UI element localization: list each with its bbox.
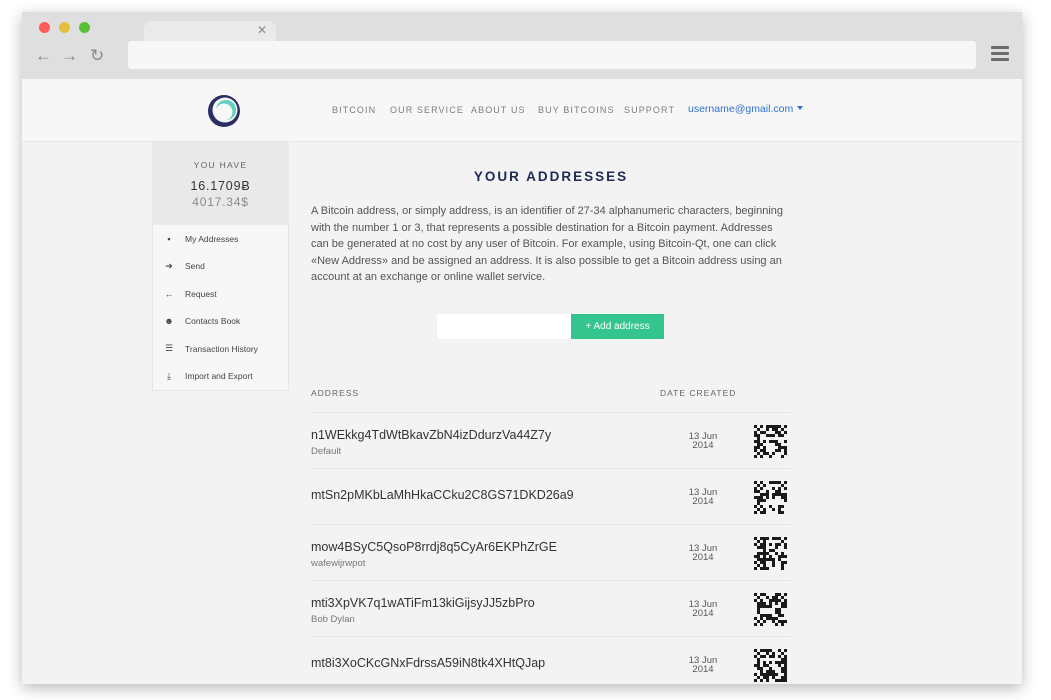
table-row[interactable]: mow4BSyC5QsoP8rrdj8q5CyAr6EKPhZrGE wafew… — [311, 524, 791, 580]
balance-label: YOU HAVE — [193, 160, 248, 170]
sidebar-item-transaction-history[interactable]: ☰ Transaction History — [153, 335, 288, 363]
add-address-button[interactable]: + Add address — [571, 314, 664, 339]
qr-code-icon[interactable] — [754, 649, 787, 682]
briefcase-icon: ▪ — [167, 233, 171, 244]
sidebar-item-contacts-book[interactable]: ☻ Contacts Book — [153, 308, 288, 336]
url-bar[interactable] — [128, 41, 976, 69]
list-icon: ☰ — [164, 343, 174, 354]
address-label: Bob Dylan — [311, 614, 355, 625]
qr-code-icon[interactable] — [754, 537, 787, 570]
sidebar-menu: ▪ My Addresses ➔ Send ← Request ☻ Contac… — [152, 225, 289, 391]
date-created: 13 Jun 2014 — [683, 544, 723, 563]
column-header-address: ADDRESS — [311, 388, 360, 398]
intro-text: A Bitcoin address, or simply address, is… — [311, 205, 784, 284]
address-table: n1WEkkg4TdWtBkavZbN4izDdurzVa44Z7y Defau… — [311, 412, 791, 684]
nav-support[interactable]: SUPPORT — [624, 105, 675, 115]
sidebar-item-send[interactable]: ➔ Send — [153, 253, 288, 281]
add-address-form: + Add address — [437, 314, 664, 339]
new-address-input[interactable] — [437, 314, 571, 339]
close-window-button[interactable] — [39, 22, 50, 33]
browser-window: ✕ ← → ↻ BITCOIN OUR SERVICE ABOUT US BUY… — [22, 12, 1022, 684]
maximize-window-button[interactable] — [79, 22, 90, 33]
address-value[interactable]: mow4BSyC5QsoP8rrdj8q5CyAr6EKPhZrGE — [311, 540, 557, 554]
hamburger-menu-icon[interactable] — [991, 46, 1009, 64]
nav-bitcoin[interactable]: BITCOIN — [332, 105, 376, 115]
nav-our-service[interactable]: OUR SERVICE — [390, 105, 464, 115]
address-value[interactable]: n1WEkkg4TdWtBkavZbN4izDdurzVa44Z7y — [311, 428, 551, 442]
address-value[interactable]: mtSn2pMKbLaMhHkaCCku2C8GS71DKD26a9 — [311, 488, 574, 502]
balance-btc: 16.1709Ƀ — [190, 179, 251, 193]
sidebar-item-label: Transaction History — [185, 343, 258, 354]
table-row[interactable]: n1WEkkg4TdWtBkavZbN4izDdurzVa44Z7y Defau… — [311, 412, 791, 468]
sidebar-item-label: Request — [185, 288, 217, 299]
sidebar-item-request[interactable]: ← Request — [153, 280, 288, 308]
date-year: 2014 — [692, 608, 714, 619]
chevron-down-icon — [797, 106, 804, 110]
sidebar-item-my-addresses[interactable]: ▪ My Addresses — [153, 225, 288, 253]
date-year: 2014 — [692, 552, 714, 563]
browser-tab[interactable]: ✕ — [144, 21, 276, 41]
date-created: 13 Jun 2014 — [683, 488, 723, 507]
forward-arrow-icon[interactable]: → — [61, 47, 78, 65]
date-year: 2014 — [692, 496, 714, 507]
users-icon: ☻ — [164, 316, 174, 327]
site-header: BITCOIN OUR SERVICE ABOUT US BUY BITCOIN… — [22, 79, 1022, 142]
table-row[interactable]: mtSn2pMKbLaMhHkaCCku2C8GS71DKD26a9 13 Ju… — [311, 468, 791, 524]
logo-icon[interactable] — [206, 93, 242, 129]
address-label: Default — [311, 446, 342, 457]
column-header-date-created: DATE CREATED — [660, 388, 737, 398]
nav-buy-bitcoins[interactable]: BUY BITCOINS — [538, 105, 615, 115]
reload-icon[interactable]: ↻ — [90, 47, 104, 65]
arrow-right-icon: ➔ — [165, 260, 173, 271]
balance-box: YOU HAVE 16.1709Ƀ 4017.34$ — [152, 142, 289, 225]
sidebar-item-import-export[interactable]: ⤓ Import and Export — [153, 363, 288, 391]
minimize-window-button[interactable] — [59, 22, 70, 33]
user-menu[interactable]: username@gmail.com — [688, 103, 804, 115]
date-year: 2014 — [692, 440, 714, 451]
date-created: 13 Jun 2014 — [683, 432, 723, 451]
sidebar: YOU HAVE 16.1709Ƀ 4017.34$ ▪ My Addresse… — [152, 142, 289, 391]
sidebar-item-label: Contacts Book — [185, 316, 241, 327]
sidebar-item-label: Import and Export — [185, 371, 253, 382]
browser-chrome: ✕ ← → ↻ — [22, 12, 1022, 79]
table-row[interactable]: mti3XpVK7q1wATiFm13kiGijsyJJ5zbPro Bob D… — [311, 580, 791, 636]
address-label: wafewijrwpot — [311, 558, 366, 569]
back-arrow-icon[interactable]: ← — [35, 47, 52, 65]
date-created: 13 Jun 2014 — [683, 656, 723, 675]
sidebar-item-label: My Addresses — [185, 233, 239, 244]
address-value[interactable]: mti3XpVK7q1wATiFm13kiGijsyJJ5zbPro — [311, 596, 535, 610]
arrow-left-icon: ← — [164, 288, 174, 299]
qr-code-icon[interactable] — [754, 481, 787, 514]
qr-code-icon[interactable] — [754, 593, 787, 626]
qr-code-icon[interactable] — [754, 425, 787, 458]
balance-usd: 4017.34$ — [192, 195, 249, 209]
page-title: YOUR ADDRESSES — [473, 169, 629, 184]
close-tab-icon[interactable]: ✕ — [257, 23, 267, 37]
table-row[interactable]: mt8i3XoCKcGNxFdrssA59iN8tk4XHtQJap 13 Ju… — [311, 636, 791, 684]
date-created: 13 Jun 2014 — [683, 600, 723, 619]
address-value[interactable]: mt8i3XoCKcGNxFdrssA59iN8tk4XHtQJap — [311, 656, 545, 670]
date-year: 2014 — [692, 664, 714, 675]
main-content: YOUR ADDRESSES A Bitcoin address, or sim… — [311, 142, 791, 682]
nav-about-us[interactable]: ABOUT US — [471, 105, 526, 115]
user-email: username@gmail.com — [688, 103, 794, 115]
download-icon: ⤓ — [167, 370, 171, 381]
sidebar-item-label: Send — [185, 261, 205, 272]
